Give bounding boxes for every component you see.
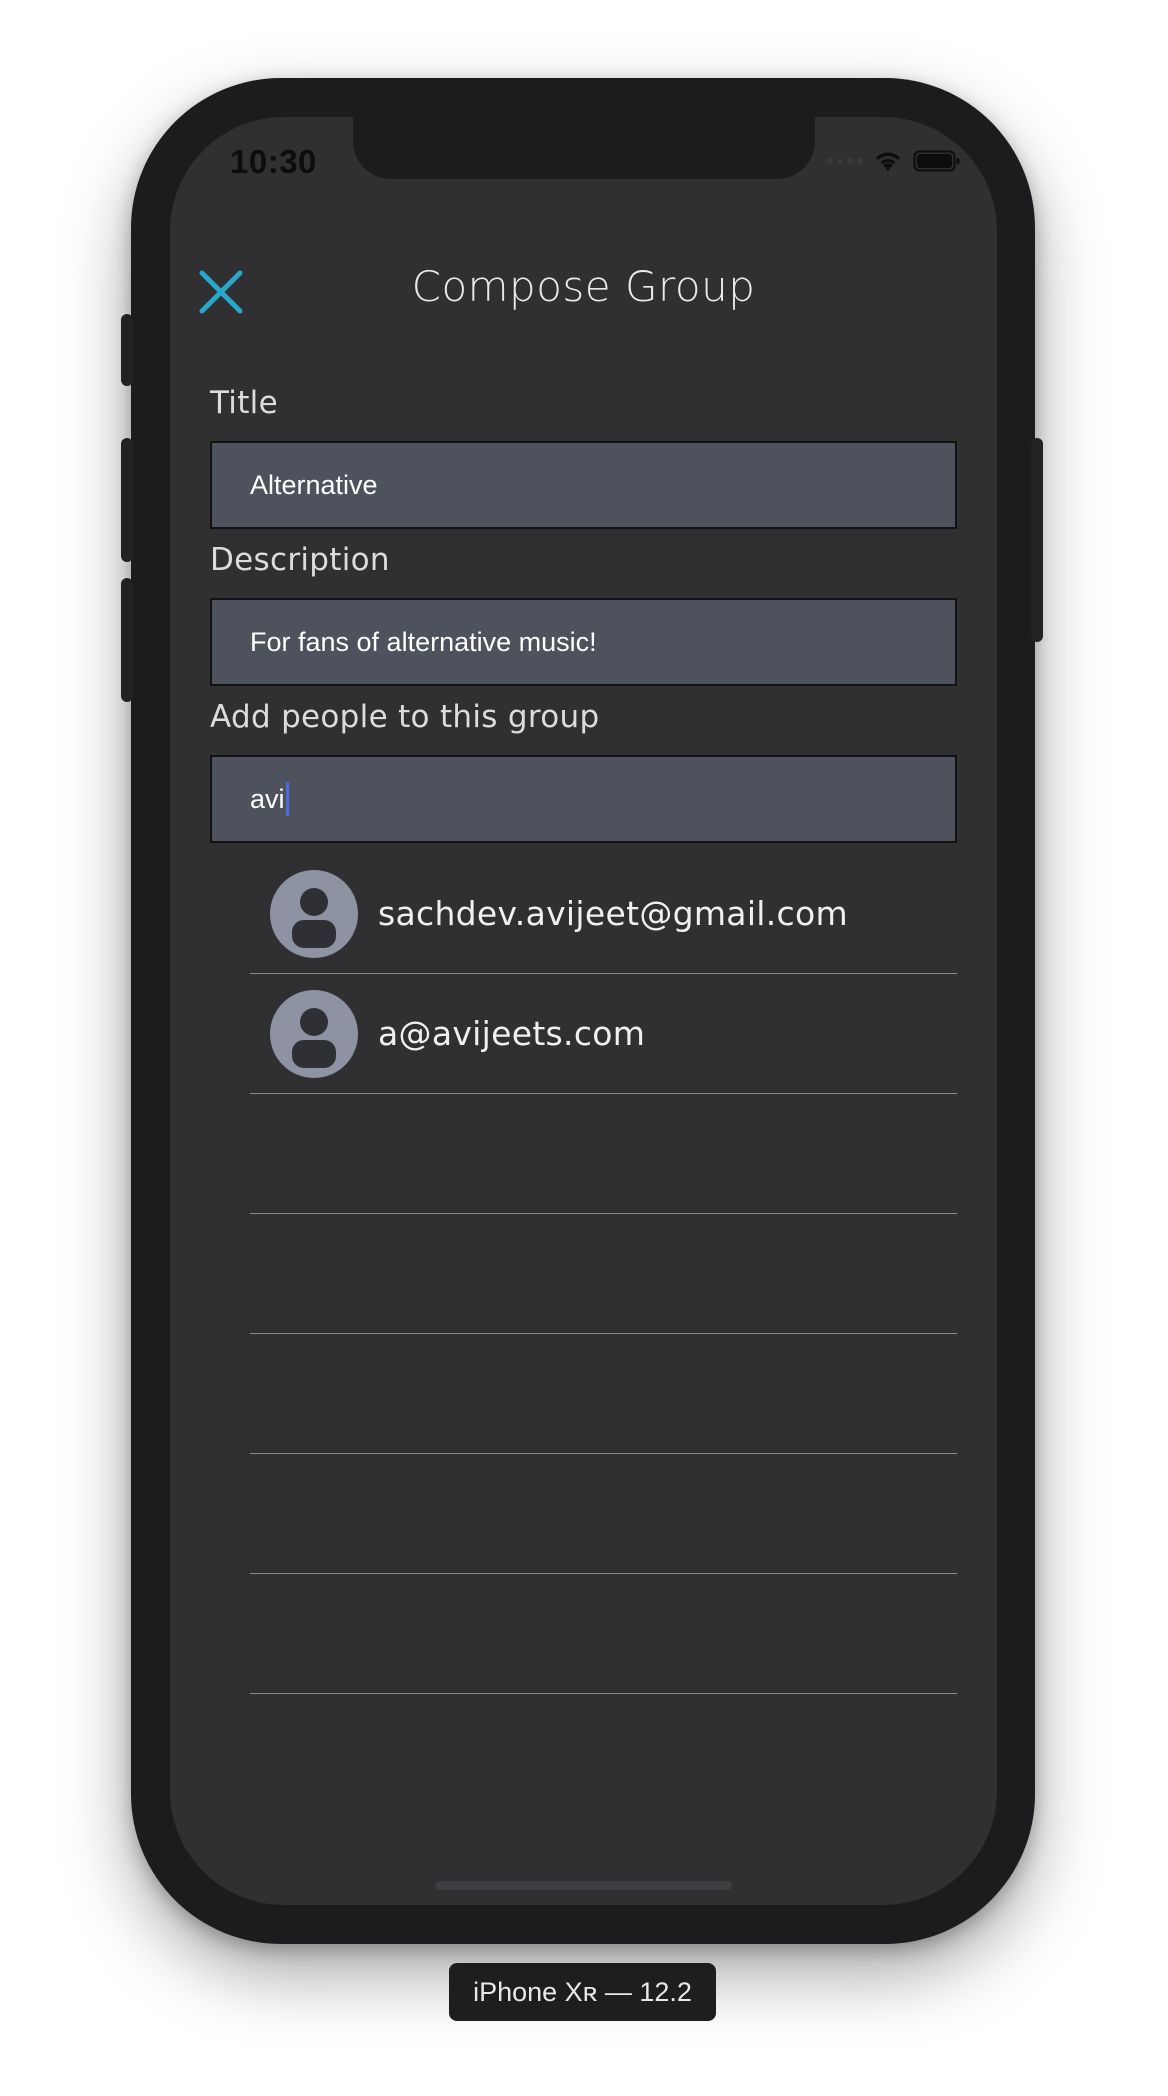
status-icons [827, 149, 961, 173]
notch [353, 117, 815, 179]
description-input[interactable]: For fans of alternative music! [210, 598, 957, 686]
title-label: Title [210, 385, 278, 421]
volume-up-button [121, 438, 133, 562]
suggestion-email: sachdev.avijeet@gmail.com [378, 894, 848, 933]
empty-list-row [250, 1094, 957, 1214]
empty-list-row [250, 1214, 957, 1334]
home-indicator [435, 1881, 732, 1890]
app-screen: 10:30 Compose Group Title Alternative De… [170, 117, 997, 1905]
wifi-icon [876, 152, 900, 171]
mute-switch [121, 314, 133, 386]
suggestion-row[interactable]: sachdev.avijeet@gmail.com [250, 854, 957, 974]
suggestion-email: a@avijeets.com [378, 1014, 646, 1053]
battery-icon [913, 150, 960, 172]
avatar-placeholder-icon [270, 870, 358, 958]
add-people-search-input[interactable]: avi [210, 755, 957, 843]
page-title: Compose Group [411, 262, 756, 311]
status-time: 10:30 [230, 143, 317, 180]
add-people-label: Add people to this group [210, 699, 600, 735]
empty-list-row [250, 1574, 957, 1694]
volume-down-button [121, 578, 133, 702]
text-caret [285, 782, 289, 816]
simulator-device-label: iPhone Xʀ — 12.2 [449, 1963, 716, 2021]
title-input[interactable]: Alternative [210, 441, 957, 529]
empty-list-row [250, 1454, 957, 1574]
description-label: Description [210, 542, 390, 578]
add-people-search-text: avi [250, 783, 285, 814]
avatar-placeholder-icon [270, 990, 358, 1078]
suggestion-row[interactable]: a@avijeets.com [250, 974, 957, 1094]
empty-list-row [250, 1334, 957, 1454]
power-button [1031, 438, 1043, 642]
cellular-signal-icon [827, 158, 863, 164]
